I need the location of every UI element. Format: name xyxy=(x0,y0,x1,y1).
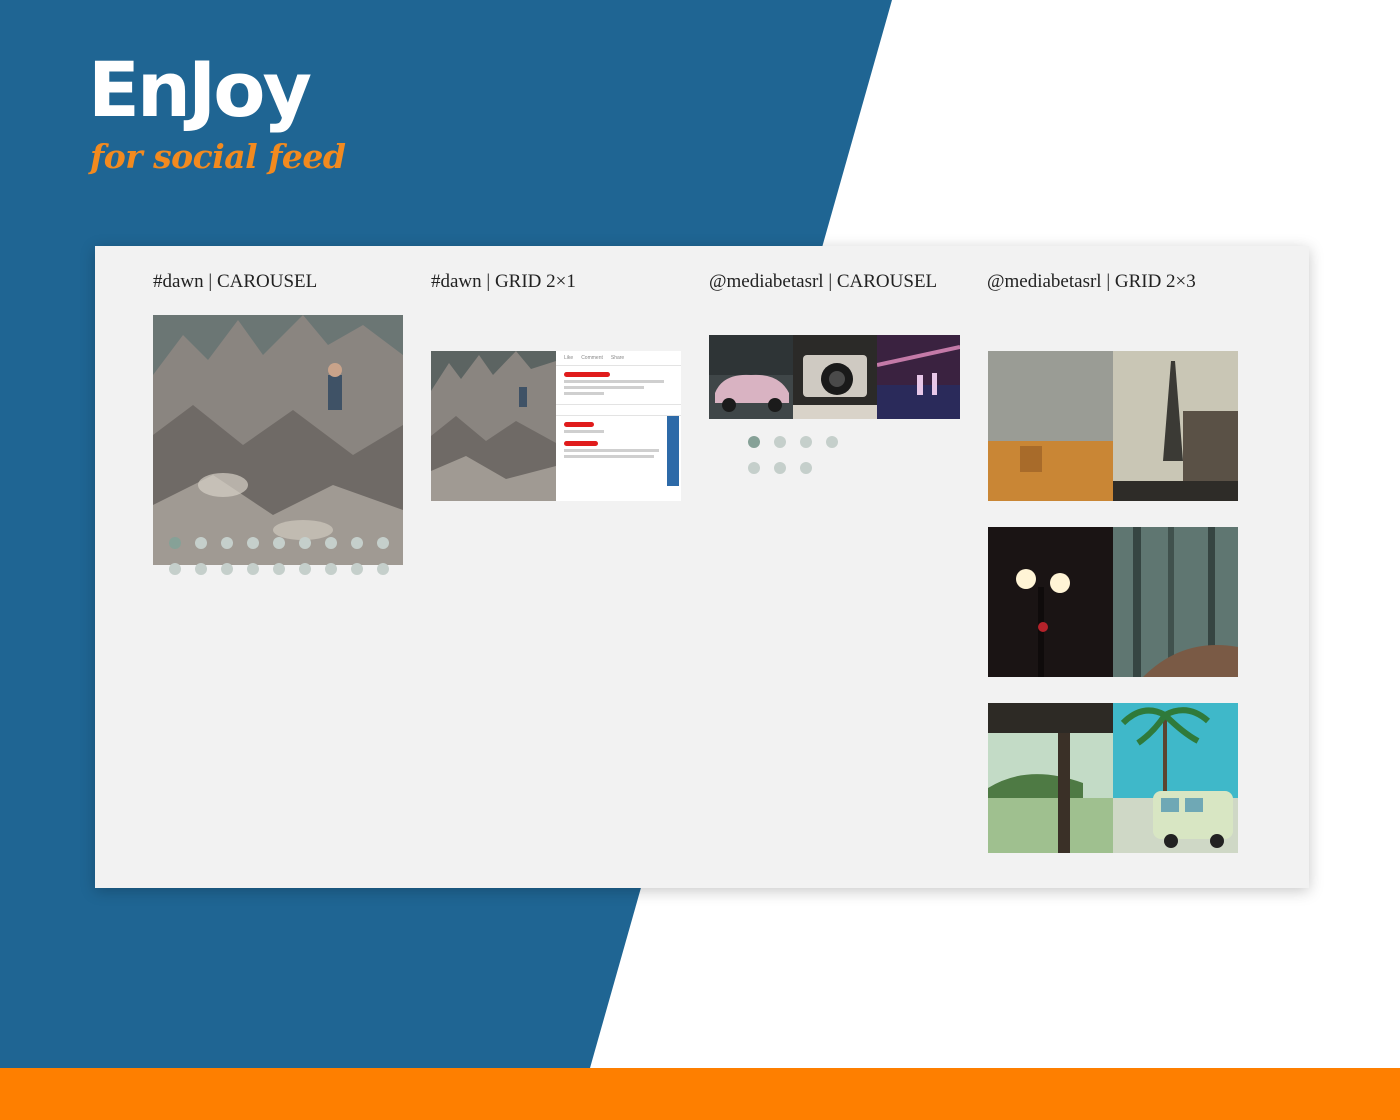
carousel-dot[interactable] xyxy=(195,537,207,549)
carousel-dot[interactable] xyxy=(748,436,760,448)
widget-title: @mediabetasrl | GRID 2×3 xyxy=(987,271,1196,292)
grid-photo-lake-pier[interactable] xyxy=(988,703,1113,853)
carousel-dot[interactable] xyxy=(748,462,760,474)
widget-mediabeta-grid: @mediabetasrl | GRID 2×3 xyxy=(987,271,1239,853)
grid-post-preview[interactable]: Like Comment Share xyxy=(556,351,681,501)
carousel-dot[interactable] xyxy=(221,537,233,549)
widget-mediabeta-carousel: @mediabetasrl | CAROUSEL xyxy=(709,271,961,474)
carousel-dot[interactable] xyxy=(826,436,838,448)
carousel-photo-vintage-car[interactable] xyxy=(709,335,793,419)
carousel-dot[interactable] xyxy=(247,537,259,549)
grid-photo-misty-field[interactable] xyxy=(988,351,1113,501)
grid-photo-foggy-forest[interactable] xyxy=(1113,527,1238,677)
carousel-dots xyxy=(153,530,405,582)
carousel-dot[interactable] xyxy=(800,436,812,448)
carousel-dot[interactable] xyxy=(351,563,363,575)
carousel-dot[interactable] xyxy=(325,563,337,575)
carousel-dot[interactable] xyxy=(273,537,285,549)
carousel-dot[interactable] xyxy=(247,563,259,575)
post-action-comment[interactable]: Comment xyxy=(581,355,603,361)
widget-dawn-grid: #dawn | GRID 2×1 Like Comment Share xyxy=(431,271,683,501)
widget-dawn-carousel: #dawn | CAROUSEL xyxy=(153,271,405,575)
grid-photo-street-lamps[interactable] xyxy=(988,527,1113,677)
grid-photo-beach-van[interactable] xyxy=(1113,703,1238,853)
post-actions: Like Comment Share xyxy=(556,351,681,366)
carousel-dot[interactable] xyxy=(195,563,207,575)
post-action-like[interactable]: Like xyxy=(564,355,573,361)
widget-title: @mediabetasrl | CAROUSEL xyxy=(709,271,938,292)
widgets-panel: #dawn | CAROUSEL #dawn | GRID 2×1 Like C… xyxy=(95,246,1309,888)
carousel-dot[interactable] xyxy=(325,537,337,549)
carousel-dot[interactable] xyxy=(774,462,786,474)
carousel-dots xyxy=(709,429,861,481)
logo-title: EnJoy xyxy=(88,45,312,134)
carousel-photo-bridge-night[interactable] xyxy=(877,335,960,419)
widget-title: #dawn | GRID 2×1 xyxy=(431,271,576,292)
carousel-dot[interactable] xyxy=(774,436,786,448)
carousel-photo-camera[interactable] xyxy=(793,335,877,419)
bottom-bar xyxy=(0,1068,1400,1120)
carousel-dot[interactable] xyxy=(273,563,285,575)
carousel-dot[interactable] xyxy=(351,537,363,549)
logo-subtitle: for social feed xyxy=(90,137,346,176)
carousel-dot[interactable] xyxy=(299,537,311,549)
carousel-photo-rock-climber[interactable] xyxy=(153,315,403,565)
carousel-dot[interactable] xyxy=(221,563,233,575)
carousel-dot[interactable] xyxy=(377,563,389,575)
carousel-dot[interactable] xyxy=(800,462,812,474)
grid-photo-rock-climber[interactable] xyxy=(431,351,556,501)
carousel-dot[interactable] xyxy=(377,537,389,549)
widget-title: #dawn | CAROUSEL xyxy=(153,271,318,292)
post-action-share[interactable]: Share xyxy=(611,355,624,361)
grid-photo-eiffel-tower[interactable] xyxy=(1113,351,1238,501)
carousel-dot[interactable] xyxy=(169,537,181,549)
carousel-dot[interactable] xyxy=(169,563,181,575)
carousel-dot[interactable] xyxy=(299,563,311,575)
